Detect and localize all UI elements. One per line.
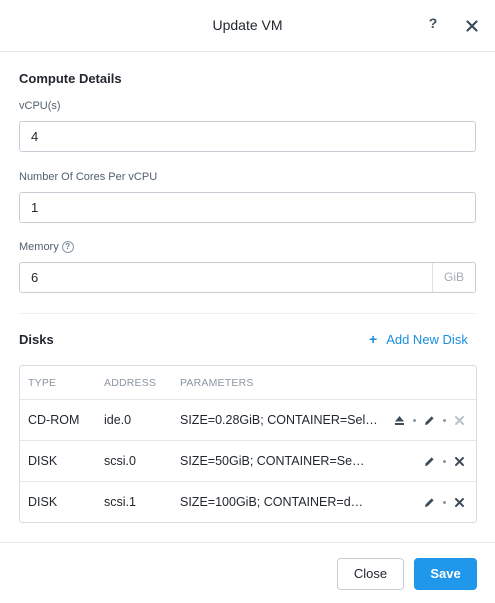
vcpus-label: vCPU(s) (19, 100, 61, 112)
eject-icon[interactable] (393, 414, 406, 427)
memory-input[interactable]: 6 GiB (19, 262, 476, 293)
help-icon[interactable]: ? (426, 15, 440, 35)
action-separator (443, 500, 446, 504)
disk-type: DISK (28, 495, 58, 509)
table-row: DISK scsi.1 SIZE=100GiB; CONTAINER=defau… (20, 482, 476, 523)
delete-icon[interactable] (453, 455, 466, 468)
disk-address: ide.0 (104, 413, 132, 427)
row-actions (423, 495, 466, 509)
disk-table: TYPE ADDRESS PARAMETERS CD-ROM ide.0 SIZ… (19, 365, 477, 523)
disk-parameters: SIZE=100GiB; CONTAINER=default (180, 495, 366, 509)
close-button[interactable]: Close (337, 558, 404, 590)
save-button[interactable]: Save (414, 558, 477, 590)
edit-icon[interactable] (423, 414, 436, 427)
disks-title: Disks (19, 332, 54, 347)
edit-icon[interactable] (423, 496, 436, 509)
update-vm-dialog: Update VM ? Compute Details vCPU(s) 4 Nu… (0, 0, 495, 603)
column-header-type: TYPE (28, 377, 57, 389)
action-separator (443, 459, 446, 463)
row-actions (423, 454, 466, 468)
cores-per-vcpu-value: 1 (31, 200, 39, 215)
action-separator (443, 418, 446, 422)
disk-address: scsi.0 (104, 454, 136, 468)
info-icon[interactable]: ? (61, 241, 74, 253)
close-icon[interactable] (463, 17, 481, 35)
cores-per-vcpu-label: Number Of Cores Per vCPU (19, 171, 158, 183)
edit-icon[interactable] (423, 455, 436, 468)
disk-type: CD-ROM (28, 413, 80, 427)
memory-label: Memory (19, 241, 59, 253)
plus-icon: + (369, 331, 378, 347)
disk-parameters: SIZE=0.28GiB; CONTAINER=SelfServiceConta… (180, 413, 380, 427)
memory-value: 6 (31, 270, 39, 285)
column-header-parameters: PARAMETERS (180, 377, 254, 389)
section-divider (19, 313, 476, 314)
table-header: TYPE ADDRESS PARAMETERS (20, 366, 476, 400)
row-actions (393, 413, 466, 427)
add-new-disk-button[interactable]: + Add New Disk (369, 331, 468, 347)
dialog-footer: Close Save (0, 542, 495, 603)
vcpus-input[interactable]: 4 (19, 121, 476, 152)
disk-parameters: SIZE=50GiB; CONTAINER=SelfServiceContain… (180, 454, 366, 468)
dialog-title: Update VM (212, 17, 283, 33)
disk-type: DISK (28, 454, 58, 468)
column-header-address: ADDRESS (104, 377, 157, 389)
delete-icon-disabled (453, 414, 466, 427)
dialog-header: Update VM ? (0, 0, 495, 52)
add-new-disk-label: Add New Disk (386, 332, 468, 347)
compute-details-title: Compute Details (19, 71, 122, 86)
memory-label-wrap: Memory? (19, 241, 74, 253)
action-separator (413, 418, 416, 422)
table-row: DISK scsi.0 SIZE=50GiB; CONTAINER=SelfSe… (20, 441, 476, 482)
table-row: CD-ROM ide.0 SIZE=0.28GiB; CONTAINER=Sel… (20, 400, 476, 441)
disk-address: scsi.1 (104, 495, 136, 509)
vcpus-value: 4 (31, 129, 39, 144)
delete-icon[interactable] (453, 496, 466, 509)
memory-unit: GiB (432, 263, 475, 292)
cores-per-vcpu-input[interactable]: 1 (19, 192, 476, 223)
